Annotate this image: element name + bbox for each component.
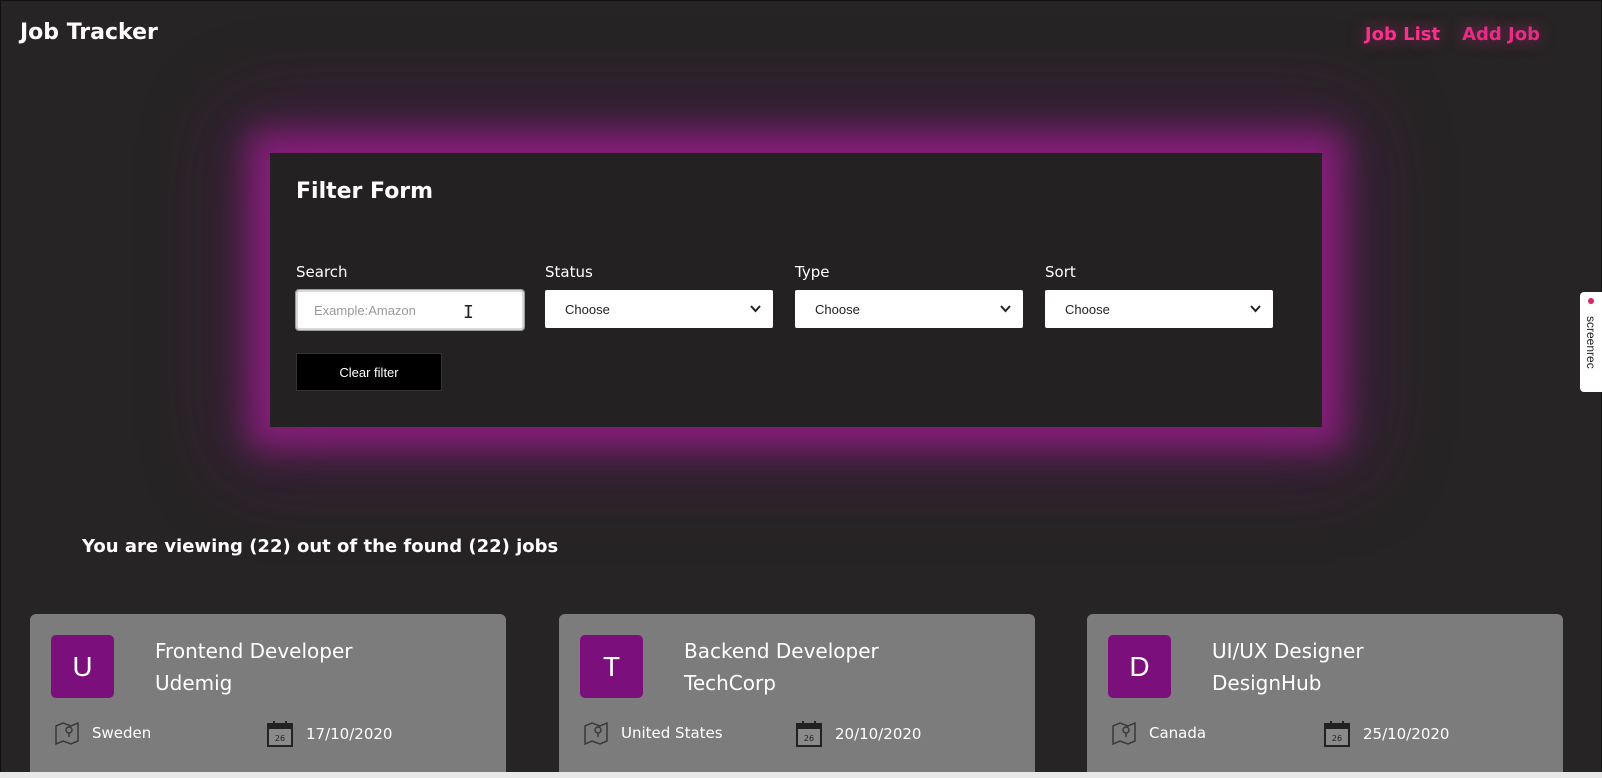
calendar-icon: 26 xyxy=(1323,720,1351,748)
nav-add-job[interactable]: Add Job xyxy=(1462,24,1540,45)
map-pin-icon xyxy=(583,720,609,746)
chevron-down-icon xyxy=(1000,302,1011,316)
results-summary: You are viewing (22) out of the found (2… xyxy=(82,536,559,557)
location-text: Sweden xyxy=(92,724,152,742)
nav-links: Job List Add Job xyxy=(1365,24,1540,45)
job-date: 26 17/10/2020 xyxy=(266,720,392,748)
job-title: UI/UX Designer xyxy=(1212,639,1364,663)
job-location: United States xyxy=(583,720,723,746)
search-input[interactable]: Example:Amazon I xyxy=(295,289,525,331)
svg-text:26: 26 xyxy=(1332,734,1342,743)
job-card[interactable]: U Frontend Developer Udemig Sweden 26 17… xyxy=(30,614,506,778)
date-text: 17/10/2020 xyxy=(306,725,393,743)
location-text: United States xyxy=(621,724,723,742)
filter-form-title: Filter Form xyxy=(296,179,434,204)
job-card[interactable]: D UI/UX Designer DesignHub Canada 26 25/… xyxy=(1087,614,1563,778)
search-label: Search xyxy=(296,263,348,281)
filter-form: Filter Form Search Example:Amazon I Stat… xyxy=(270,153,1322,427)
screenrec-label: screenrec xyxy=(1584,315,1598,369)
date-text: 25/10/2020 xyxy=(1363,725,1450,743)
job-title: Backend Developer xyxy=(684,639,879,663)
calendar-icon: 26 xyxy=(266,720,294,748)
company-avatar: D xyxy=(1108,635,1171,698)
company-avatar: T xyxy=(580,635,643,698)
text-cursor-icon: I xyxy=(463,302,474,323)
search-field: Search Example:Amazon I xyxy=(295,263,525,331)
job-title: Frontend Developer xyxy=(155,639,353,663)
location-text: Canada xyxy=(1149,724,1207,742)
company-avatar: U xyxy=(51,635,114,698)
job-location: Canada xyxy=(1111,720,1206,746)
clear-filter-button[interactable]: Clear filter xyxy=(296,353,442,391)
type-select[interactable]: Choose xyxy=(795,290,1023,328)
screenrec-widget[interactable]: screenrec xyxy=(1580,292,1602,392)
sort-label: Sort xyxy=(1045,263,1076,281)
job-card[interactable]: T Backend Developer TechCorp United Stat… xyxy=(559,614,1035,778)
sort-select[interactable]: Choose xyxy=(1045,290,1273,328)
map-pin-icon xyxy=(1111,720,1137,746)
map-pin-icon xyxy=(54,720,80,746)
sort-selected: Choose xyxy=(1065,301,1110,317)
type-label: Type xyxy=(795,263,830,281)
status-selected: Choose xyxy=(565,301,610,317)
status-label: Status xyxy=(545,263,593,281)
type-field: Type Choose xyxy=(795,263,1023,328)
bottom-bar xyxy=(0,772,1602,778)
job-location: Sweden xyxy=(54,720,151,746)
search-placeholder: Example:Amazon xyxy=(314,302,416,318)
job-company: Udemig xyxy=(155,671,233,695)
brand-title[interactable]: Job Tracker xyxy=(20,20,158,45)
chevron-down-icon xyxy=(750,302,761,316)
date-text: 20/10/2020 xyxy=(835,725,922,743)
status-select[interactable]: Choose xyxy=(545,290,773,328)
job-company: DesignHub xyxy=(1212,671,1322,695)
svg-text:26: 26 xyxy=(804,734,814,743)
svg-text:26: 26 xyxy=(275,734,285,743)
job-date: 26 25/10/2020 xyxy=(1323,720,1449,748)
chevron-down-icon xyxy=(1250,302,1261,316)
job-company: TechCorp xyxy=(684,671,776,695)
sort-field: Sort Choose xyxy=(1045,263,1273,328)
job-date: 26 20/10/2020 xyxy=(795,720,921,748)
nav-job-list[interactable]: Job List xyxy=(1365,24,1440,45)
record-dot-icon xyxy=(1588,298,1594,304)
status-field: Status Choose xyxy=(545,263,773,328)
type-selected: Choose xyxy=(815,301,860,317)
calendar-icon: 26 xyxy=(795,720,823,748)
